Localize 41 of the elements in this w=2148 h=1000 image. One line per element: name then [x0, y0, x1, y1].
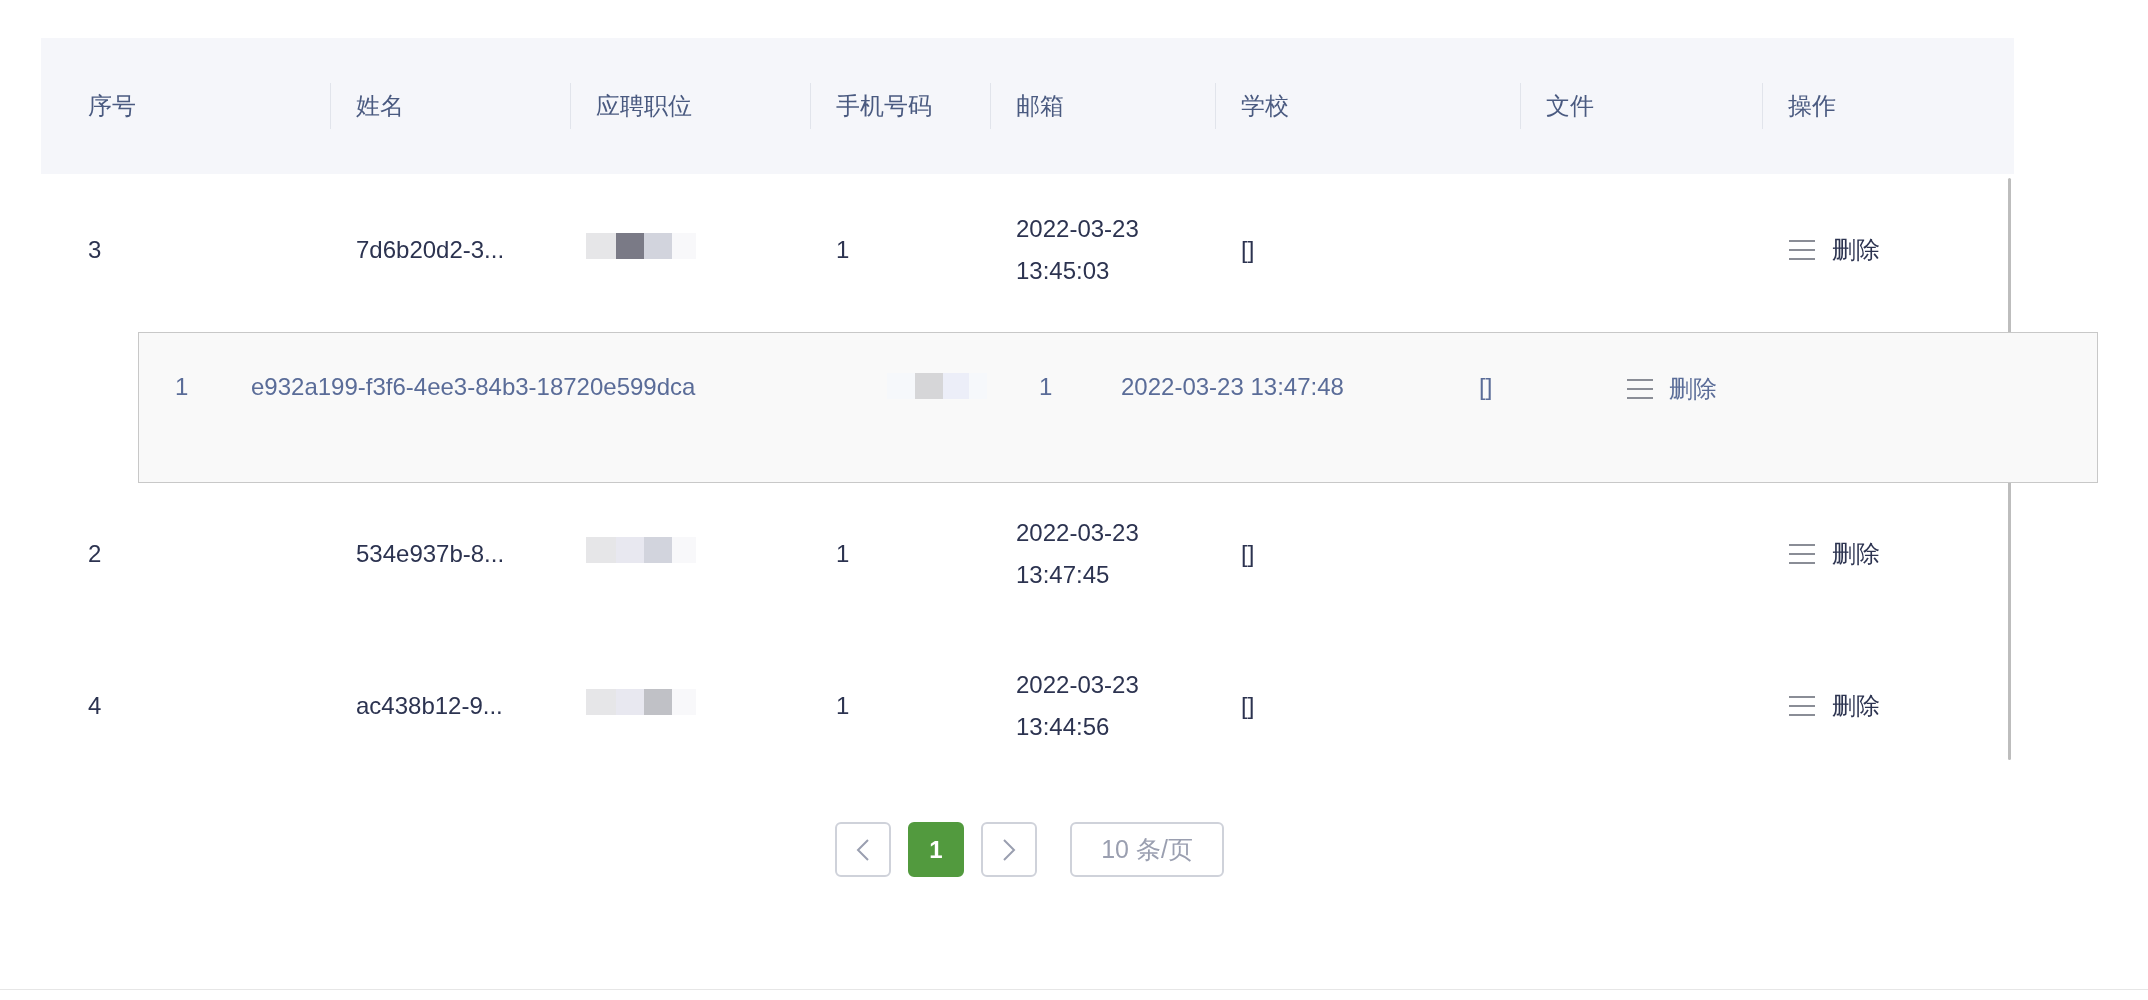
table-cell-text: 2022-03-23 13:44:56 [1016, 670, 1140, 742]
table-cell-text: [] [1241, 691, 1255, 721]
table-cell: e932a199-f3f6-4ee3-84b3-18720e599dca [251, 373, 696, 401]
page-button[interactable]: 1 [908, 822, 964, 877]
drag-handle-icon[interactable] [1626, 378, 1654, 400]
column-header: 手机号码 [836, 91, 932, 121]
column-header: 操作 [1788, 91, 1836, 121]
table-cell-text: 1 [836, 539, 850, 569]
dragged-row[interactable]: 1 e932a199-f3f6-4ee3-84b3-18720e599dca 1 2022-03-23 13:47:48 [] 删除 [138, 332, 2098, 483]
chevron-left-icon [856, 837, 870, 862]
column-header: 文件 [1546, 91, 1594, 121]
page-size-select[interactable]: 10 条/页 [1070, 822, 1224, 877]
table-cell-text: 7d6b20d2-3... [356, 235, 505, 265]
table-cell-text: 2022-03-23 13:45:03 [1016, 214, 1140, 286]
drag-handle-icon[interactable] [1788, 695, 1816, 717]
delete-link[interactable]: 删除 [1832, 229, 1880, 271]
table-cell-text: 1 [836, 691, 850, 721]
drag-handle-icon[interactable] [1788, 543, 1816, 565]
table-cell: 1 [175, 373, 189, 401]
table-cell-text: [] [1241, 235, 1255, 265]
table-cell: 2022-03-23 13:47:48 [1121, 373, 1344, 401]
table-cell-text: 3 [88, 235, 102, 265]
table-cell-text: 1 [836, 235, 850, 265]
table-cell-text: [] [1241, 539, 1255, 569]
delete-link[interactable]: 删除 [1669, 373, 1717, 405]
table-cell-text: ac438b12-9... [356, 691, 503, 721]
table-cell-text: 2022-03-23 13:47:45 [1016, 518, 1140, 590]
delete-link[interactable]: 删除 [1832, 685, 1880, 727]
table-cell: 1 [1039, 373, 1053, 401]
drag-handle-icon[interactable] [1788, 239, 1816, 261]
table-cell-text: 4 [88, 691, 102, 721]
table-cell-text: 2 [88, 539, 102, 569]
column-header: 姓名 [356, 91, 404, 121]
table-cell: [] [1479, 373, 1493, 401]
column-header: 序号 [88, 91, 136, 121]
column-header: 学校 [1241, 91, 1289, 121]
column-header: 应聘职位 [596, 91, 692, 121]
column-header: 邮箱 [1016, 91, 1064, 121]
delete-link[interactable]: 删除 [1832, 533, 1880, 575]
table-cell-text: 534e937b-8... [356, 539, 505, 569]
chevron-right-icon [1002, 837, 1016, 862]
